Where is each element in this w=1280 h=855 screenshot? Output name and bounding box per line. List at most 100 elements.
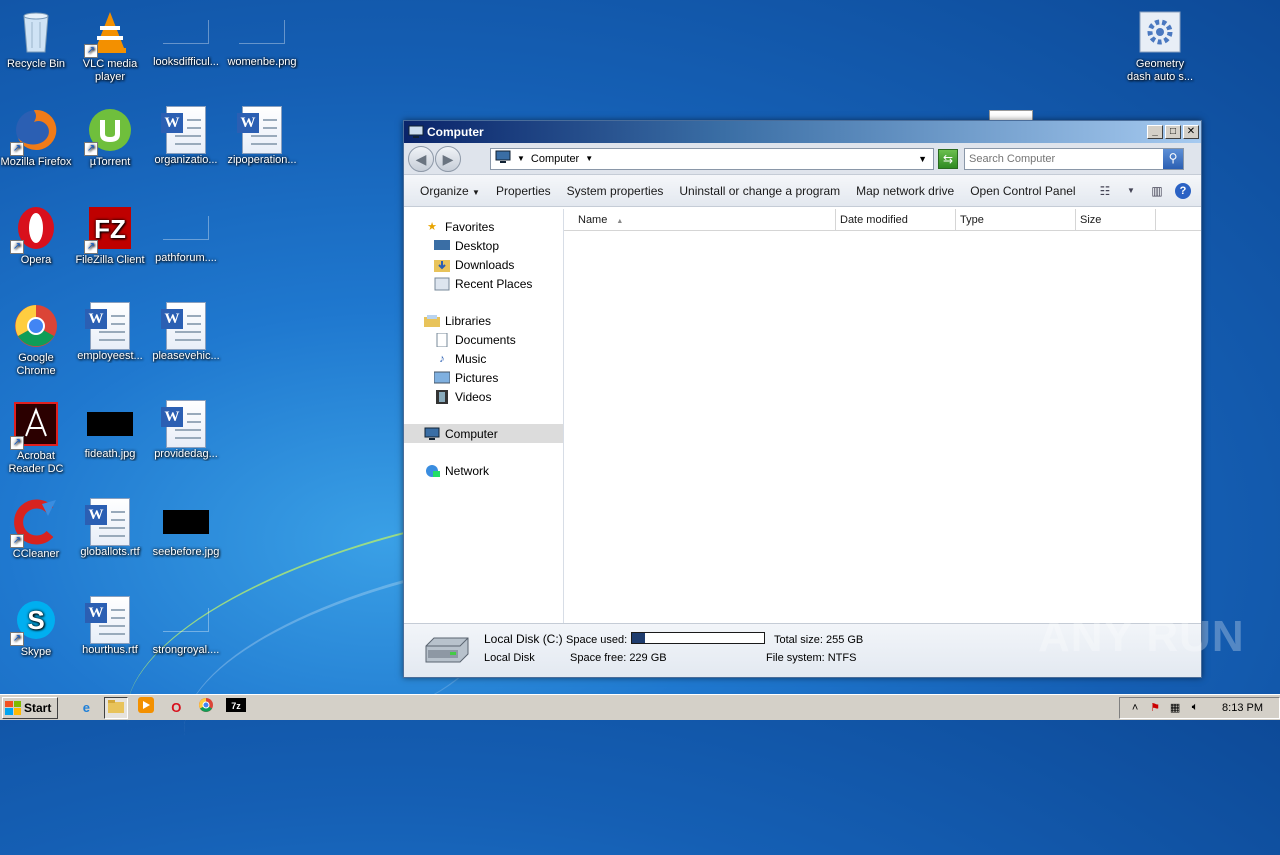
start-button[interactable]: Start — [2, 696, 59, 719]
desktop-icon-filezilla[interactable]: FZ ↗ FileZilla Client — [72, 204, 148, 267]
desktop-icon-utorrent[interactable]: ↗ µTorrent — [72, 106, 148, 169]
back-button[interactable]: ◀ — [408, 145, 434, 172]
address-dropdown-icon[interactable]: ▼ — [918, 154, 933, 164]
nav-recent-places[interactable]: Recent Places — [404, 274, 563, 293]
chrome-taskbar-icon[interactable] — [194, 697, 218, 719]
image-file-icon — [163, 216, 209, 240]
desktop-icon-pleasevehic[interactable]: W pleasevehic... — [148, 302, 224, 363]
desktop-icon-seebefore[interactable]: seebefore.jpg — [148, 498, 224, 559]
file-list[interactable]: Name ▲ Date modified Type Size — [564, 209, 1201, 623]
refresh-button[interactable]: ⇆ — [938, 148, 958, 169]
show-hidden-icons-icon[interactable]: ˄ — [1128, 702, 1142, 714]
system-properties-button[interactable]: System properties — [559, 184, 672, 198]
star-icon: ★ — [427, 220, 437, 233]
volume-icon[interactable]: 🔈︎ — [1188, 701, 1202, 714]
nav-desktop[interactable]: Desktop — [404, 236, 563, 255]
desktop-icon-providedag[interactable]: W providedag... — [148, 400, 224, 461]
minimize-button[interactable]: _ — [1147, 125, 1163, 139]
action-center-icon[interactable]: ⚑ — [1148, 701, 1162, 714]
desktop-icon-skype[interactable]: S ↗ Skype — [0, 596, 74, 659]
nav-videos[interactable]: Videos — [404, 387, 563, 406]
desktop-icon-looksdifficult[interactable]: looksdifficul... — [148, 8, 224, 69]
title-bar[interactable]: Computer _ □ ✕ — [404, 121, 1201, 143]
desktop-icon-womenbe[interactable]: womenbe.png — [224, 8, 300, 69]
desktop-icon-firefox[interactable]: ↗ Mozilla Firefox — [0, 106, 74, 169]
desktop-icon-fideath[interactable]: fideath.jpg — [72, 400, 148, 461]
address-bar: ◀ ▶ ▼ Computer ▼ ▼ ⇆ ⚲ — [404, 143, 1201, 175]
address-field[interactable]: ▼ Computer ▼ ▼ — [490, 147, 934, 170]
map-network-drive-button[interactable]: Map network drive — [848, 184, 962, 198]
desktop-icon-employeest[interactable]: W employeest... — [72, 302, 148, 363]
space-used-label: Space used: — [566, 634, 628, 646]
desktop-icon-acrobat[interactable]: ↗ Acrobat Reader DC — [0, 400, 74, 476]
svg-text:FZ: FZ — [94, 214, 126, 244]
preview-pane-icon[interactable]: ▥ — [1149, 183, 1165, 199]
breadcrumb-computer[interactable]: Computer — [531, 153, 579, 165]
file-explorer-taskbar-icon[interactable] — [104, 696, 129, 719]
search-icon[interactable]: ⚲ — [1163, 148, 1183, 169]
space-used-bar — [631, 632, 765, 644]
breadcrumb-separator-icon[interactable]: ▼ — [517, 154, 525, 163]
close-button[interactable]: ✕ — [1183, 125, 1199, 139]
search-input[interactable] — [965, 149, 1163, 168]
network-tray-icon[interactable]: ▦ — [1168, 701, 1182, 714]
ccleaner-icon: ↗ — [10, 498, 60, 548]
nav-favorites[interactable]: ★ Favorites — [404, 217, 563, 236]
view-dropdown-icon[interactable]: ▼ — [1123, 183, 1139, 199]
open-control-panel-button[interactable]: Open Control Panel — [962, 184, 1083, 198]
7zip-icon[interactable]: 7z — [224, 697, 248, 719]
music-icon: ♪ — [439, 352, 445, 365]
desktop-icon-recycle-bin[interactable]: Recycle Bin — [0, 8, 74, 71]
breadcrumb-chevron-icon[interactable]: ▼ — [585, 154, 593, 163]
organize-menu[interactable]: Organize ▼ — [412, 184, 488, 198]
column-header-date[interactable]: Date modified — [836, 209, 956, 230]
desktop-icon-zipoperation[interactable]: W zipoperation... — [224, 106, 300, 167]
total-size: Total size: 255 GB — [774, 634, 864, 646]
image-file-icon — [239, 20, 285, 44]
desktop-icon-chrome[interactable]: Google Chrome — [0, 302, 74, 378]
word-doc-icon: W — [85, 302, 130, 350]
chevron-down-icon: ▼ — [472, 187, 480, 197]
desktop-icon-strongroyal[interactable]: strongroyal.... — [148, 596, 224, 657]
column-header-size[interactable]: Size — [1076, 209, 1156, 230]
recycle-bin-icon — [12, 8, 60, 56]
uninstall-program-button[interactable]: Uninstall or change a program — [671, 184, 848, 198]
drive-type: Local Disk — [484, 652, 535, 664]
clock[interactable]: 8:13 PM — [1222, 702, 1263, 714]
nav-downloads[interactable]: Downloads — [404, 255, 563, 274]
change-view-icon[interactable]: ☷ — [1097, 183, 1113, 199]
nav-music[interactable]: ♪ Music — [404, 349, 563, 368]
nav-pictures[interactable]: Pictures — [404, 368, 563, 387]
desktop-icon-globallots[interactable]: W globallots.rtf — [72, 498, 148, 559]
media-player-icon[interactable] — [134, 696, 158, 719]
internet-explorer-icon[interactable]: e — [74, 697, 98, 719]
svg-text:7z: 7z — [232, 701, 242, 711]
column-header-type[interactable]: Type — [956, 209, 1076, 230]
desktop-icon-geometry-dash[interactable]: Geometry dash auto s... — [1122, 8, 1198, 84]
opera-taskbar-icon[interactable]: O — [164, 697, 188, 719]
system-tray: ˄ ⚑ ▦ 🔈︎ 8:13 PM — [1119, 696, 1280, 719]
forward-button[interactable]: ▶ — [435, 145, 461, 172]
maximize-button[interactable]: □ — [1165, 125, 1181, 139]
image-file-icon — [87, 412, 133, 436]
word-doc-icon: W — [85, 498, 130, 546]
desktop-icon-opera[interactable]: ↗ Opera — [0, 204, 74, 267]
desktop-icon-organization[interactable]: W organizatio... — [148, 106, 224, 167]
nav-documents[interactable]: Documents — [404, 330, 563, 349]
nav-libraries[interactable]: Libraries — [404, 311, 563, 330]
nav-computer[interactable]: Computer — [404, 424, 563, 443]
space-used-fill — [632, 633, 646, 643]
desktop-icon-ccleaner[interactable]: ↗ CCleaner — [0, 498, 74, 561]
windows-logo-icon — [5, 700, 21, 715]
properties-button[interactable]: Properties — [488, 184, 559, 198]
help-icon[interactable]: ? — [1175, 182, 1191, 199]
desktop-icon-hourthus[interactable]: W hourthus.rtf — [72, 596, 148, 657]
desktop-icon-vlc[interactable]: ↗ VLC media player — [72, 8, 148, 84]
desktop-icon-pathforum[interactable]: pathforum.... — [148, 204, 224, 265]
documents-icon — [434, 332, 450, 347]
column-header-name[interactable]: Name ▲ — [564, 209, 836, 230]
nav-network[interactable]: Network — [404, 461, 563, 480]
command-bar: Organize ▼ Properties System properties … — [404, 175, 1201, 207]
column-headers: Name ▲ Date modified Type Size — [564, 209, 1201, 231]
videos-icon — [434, 389, 450, 404]
